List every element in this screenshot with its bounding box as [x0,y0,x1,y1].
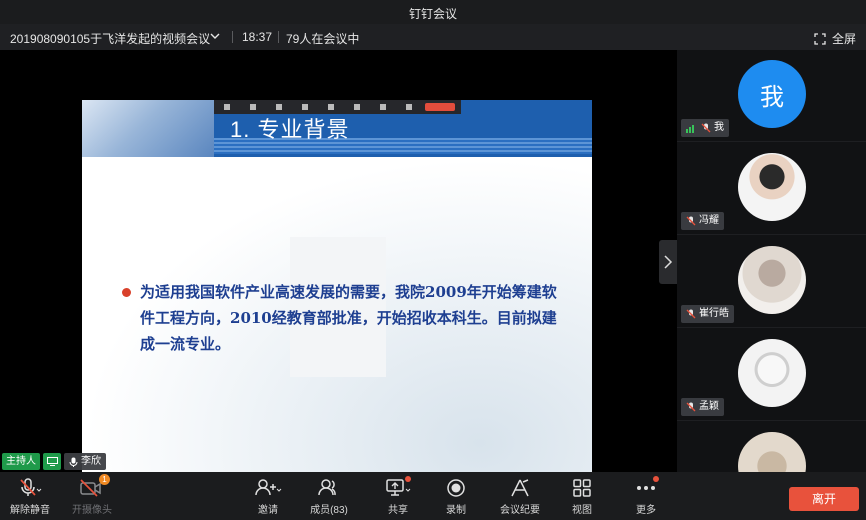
record-icon [447,479,465,497]
speaker-bar: 主持人 李欣 [2,453,106,470]
bottom-toolbar: 解除静音 1 开摄像头 邀请 成员(83) 共享 录制 会议纪要 视图 更多 [0,472,866,520]
meeting-info-bar: 201908090105于飞洋发起的视频会议 18:37 79人在会议中 全屏 [0,24,866,50]
record-label: 录制 [446,505,466,516]
camera-button[interactable]: 1 开摄像头 [62,474,122,518]
chevron-down-icon[interactable] [208,29,222,43]
unmute-label: 解除静音 [10,505,50,516]
more-label: 更多 [636,505,656,516]
grid-view-icon [573,479,591,497]
shared-stop-button [425,103,455,111]
participant-tile[interactable] [677,422,866,472]
participant-name: 崔行皓 [699,308,729,319]
avatar [738,339,806,407]
avatar: 我 [738,60,806,128]
avatar [738,246,806,314]
fullscreen-label: 全屏 [831,32,856,46]
view-button[interactable]: 视图 [552,478,612,518]
view-label: 视图 [572,505,592,516]
fullscreen-icon [814,32,826,45]
more-button[interactable]: 更多 [616,476,676,518]
unmute-button[interactable]: 解除静音 [0,478,60,518]
participant-tile[interactable]: 崔行皓 [677,236,866,328]
slide-title: 1. 专业背景 [230,117,350,142]
participant-count: 79人在会议中 [286,32,360,46]
minutes-label: 会议纪要 [500,505,540,516]
invite-button[interactable]: 邀请 [238,478,298,518]
speaker-name: 李欣 [81,456,101,467]
signal-icon [686,125,694,133]
camera-label: 开摄像头 [72,505,112,516]
shared-screen: 1. 专业背景 为适用我国软件产业高速发展的需要，我院2009年开始筹建软件工程… [82,100,592,475]
mic-muted-icon [686,309,696,319]
members-button[interactable]: 成员(83) [299,478,359,518]
fullscreen-button[interactable]: 全屏 [814,30,856,47]
participant-name: 冯耀 [699,215,719,226]
share-status-dot [405,476,411,482]
participant-tile[interactable]: 冯耀 [677,143,866,235]
chevron-right-icon [664,255,673,269]
record-button[interactable]: 录制 [426,478,486,518]
bullet-icon [122,288,131,297]
add-user-icon [255,479,282,496]
host-badge: 主持人 [2,453,40,470]
participant-label: 我 [681,119,729,137]
slide-text: 为适用我国软件产业高速发展的需要，我院2009年开始筹建软件工程方向，2010经… [140,283,557,353]
leave-button[interactable]: 离开 [789,487,859,511]
minutes-button[interactable]: 会议纪要 [490,478,550,518]
members-icon [318,479,336,496]
meeting-time: 18:37 [242,30,273,44]
avatar [738,153,806,221]
participant-label: 冯耀 [681,212,724,230]
speaker-label: 李欣 [64,453,106,470]
participant-name: 我 [714,122,724,133]
mic-muted-icon [686,402,696,412]
participant-label: 孟颖 [681,398,724,416]
mic-muted-icon [686,216,696,226]
divider [232,31,233,43]
share-label: 共享 [388,505,408,516]
avatar [738,432,806,472]
main-stage: 1. 专业背景 为适用我国软件产业高速发展的需要，我院2009年开始筹建软件工程… [0,50,677,475]
slide-header: 1. 专业背景 [82,100,592,157]
participant-panel: 我 我 冯耀 崔行皓 孟颖 [677,50,866,472]
slide-body: 为适用我国软件产业高速发展的需要，我院2009年开始筹建软件工程方向，2010经… [82,157,592,475]
slide-header-image [82,100,214,157]
mic-icon [69,457,78,467]
participant-name: 孟颖 [699,401,719,412]
mic-muted-icon [701,123,711,133]
participant-tile[interactable]: 孟颖 [677,329,866,421]
app-title: 钉钉会议 [408,7,457,21]
meeting-name[interactable]: 201908090105于飞洋发起的视频会议 [10,30,210,47]
mic-muted-icon [20,478,42,496]
divider [278,31,279,43]
share-button[interactable]: 共享 [368,476,428,518]
members-label: 成员(83) [310,505,348,516]
minutes-icon [511,479,529,497]
participant-tile[interactable]: 我 我 [677,50,866,142]
title-bar: 钉钉会议 [0,0,866,24]
invite-label: 邀请 [258,505,278,516]
shared-toolbar-icons [224,104,424,110]
sidebar-toggle-button[interactable] [659,240,677,284]
camera-badge: 1 [99,474,110,485]
more-status-dot [653,476,659,482]
participant-label: 崔行皓 [681,305,734,323]
screen-share-icon [43,453,61,470]
